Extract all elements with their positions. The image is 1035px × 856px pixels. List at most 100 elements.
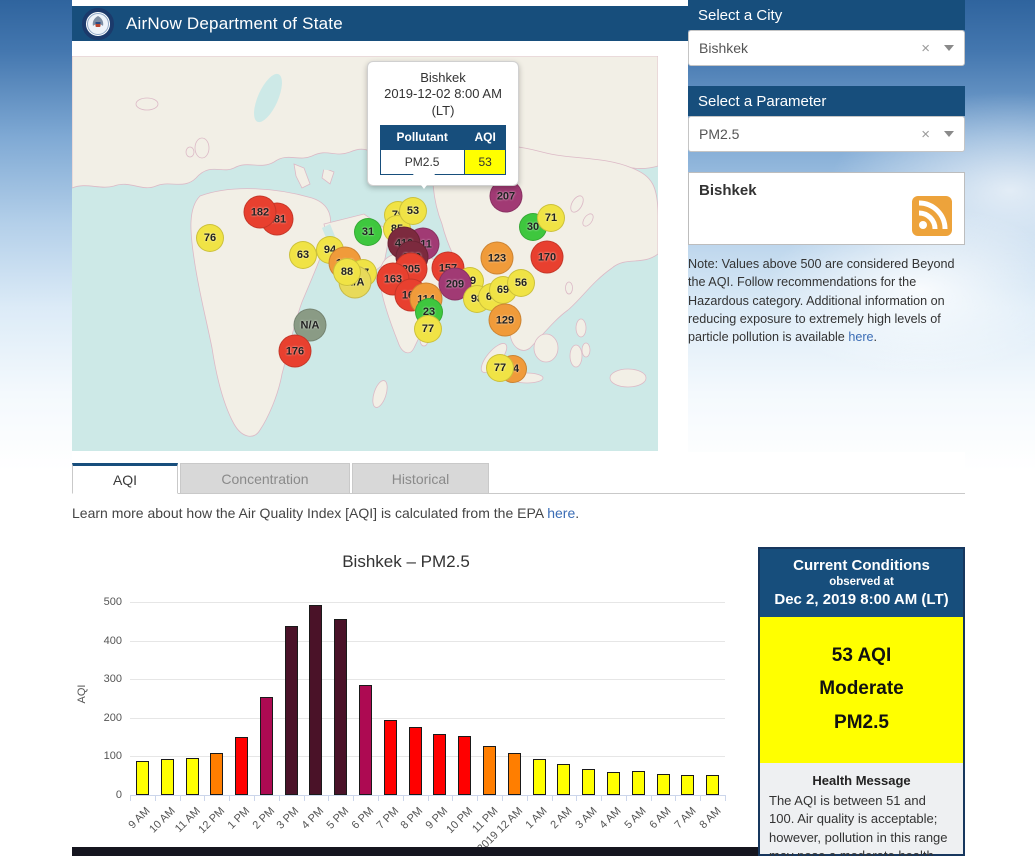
chart-x-tick bbox=[254, 795, 255, 801]
chart-x-label: 1 AM bbox=[523, 805, 549, 831]
chart-x-label: 4 PM bbox=[300, 805, 327, 832]
tab-historical[interactable]: Historical bbox=[352, 463, 489, 494]
map-marker[interactable]: 176 bbox=[279, 335, 312, 368]
chart-x-label: 6 AM bbox=[647, 805, 673, 831]
chart-bar[interactable] bbox=[632, 771, 645, 795]
chart-bar[interactable] bbox=[508, 753, 521, 795]
chart-x-label: 12 PM bbox=[196, 805, 227, 836]
chart-bar[interactable] bbox=[260, 697, 273, 795]
tab-aqi[interactable]: AQI bbox=[72, 463, 178, 494]
chart-x-label: 6 PM bbox=[349, 805, 376, 832]
map-marker[interactable]: 129 bbox=[489, 304, 522, 337]
map-marker[interactable]: 182 bbox=[244, 196, 277, 229]
chart-gridline bbox=[130, 718, 725, 719]
select-parameter-label: Select a Parameter bbox=[698, 93, 826, 110]
select-city-header: Select a City bbox=[688, 0, 965, 30]
chart-bar[interactable] bbox=[557, 764, 570, 795]
tab-bar: AQI Concentration Historical bbox=[72, 463, 489, 494]
chart-bar[interactable] bbox=[533, 759, 546, 795]
chart-bar[interactable] bbox=[433, 734, 446, 795]
chart-bar[interactable] bbox=[210, 753, 223, 795]
cc-health-title: Health Message bbox=[760, 763, 963, 792]
chart-bar[interactable] bbox=[681, 775, 694, 795]
chart-bar[interactable] bbox=[359, 685, 372, 795]
parameter-select[interactable]: PM2.5 × bbox=[688, 116, 965, 152]
learn-more-text: Learn more about how the Air Quality Ind… bbox=[72, 505, 543, 521]
chart-bar[interactable] bbox=[285, 626, 298, 795]
map-marker[interactable]: 31 bbox=[354, 218, 382, 246]
cc-category: Moderate bbox=[760, 672, 963, 705]
cc-category-block: 53 AQI Moderate PM2.5 bbox=[760, 617, 963, 763]
chart-gridline bbox=[130, 679, 725, 680]
map-marker[interactable]: 76 bbox=[196, 224, 224, 252]
city-select-value: Bishkek bbox=[699, 40, 921, 56]
chart-x-label: 8 AM bbox=[697, 805, 723, 831]
chart-x-tick bbox=[725, 795, 726, 801]
chart-x-tick bbox=[477, 795, 478, 801]
map-marker[interactable]: 71 bbox=[537, 204, 565, 232]
chart-bar[interactable] bbox=[384, 720, 397, 795]
tooltip-table: Pollutant AQI PM2.5 53 bbox=[380, 125, 507, 175]
chart-x-tick bbox=[229, 795, 230, 801]
chart-x-tick bbox=[527, 795, 528, 801]
chart-x-label: 7 PM bbox=[374, 805, 401, 832]
note-text: Note: Values above 500 are considered Be… bbox=[688, 257, 955, 344]
chart-x-tick bbox=[378, 795, 379, 801]
chart-x-tick bbox=[328, 795, 329, 801]
map-tooltip: Bishkek 2019-12-02 8:00 AM (LT) Pollutan… bbox=[367, 61, 519, 186]
map-marker[interactable]: 123 bbox=[481, 242, 514, 275]
chart-bar[interactable] bbox=[458, 736, 471, 795]
world-map[interactable]: 18118276639413687N/A88317985211410329205… bbox=[72, 56, 658, 451]
chart-bar[interactable] bbox=[334, 619, 347, 795]
chart-x-tick bbox=[675, 795, 676, 801]
chart-bar[interactable] bbox=[309, 605, 322, 795]
chart-x-tick bbox=[700, 795, 701, 801]
tooltip-city: Bishkek bbox=[374, 70, 512, 86]
chart-x-tick bbox=[353, 795, 354, 801]
city-select[interactable]: Bishkek × bbox=[688, 30, 965, 66]
chart-x-label: 2 AM bbox=[548, 805, 574, 831]
map-marker[interactable]: 56 bbox=[507, 269, 535, 297]
tab-concentration[interactable]: Concentration bbox=[180, 463, 350, 494]
tooltip-col-pollutant: Pollutant bbox=[380, 125, 464, 150]
chart-bar[interactable] bbox=[186, 758, 199, 795]
map-marker[interactable]: 77 bbox=[414, 315, 442, 343]
map-marker[interactable]: 170 bbox=[531, 241, 564, 274]
chart-bar[interactable] bbox=[161, 759, 174, 795]
note-here-link[interactable]: here bbox=[848, 330, 873, 344]
cc-subtitle: observed at bbox=[764, 576, 959, 588]
chart-bar[interactable] bbox=[136, 761, 149, 795]
parameter-chevron-down-icon[interactable] bbox=[944, 131, 954, 137]
chart-x-tick bbox=[601, 795, 602, 801]
city-clear-icon[interactable]: × bbox=[921, 40, 930, 57]
cc-title: Current Conditions bbox=[764, 557, 959, 574]
chart-x-tick bbox=[552, 795, 553, 801]
city-chevron-down-icon[interactable] bbox=[944, 45, 954, 51]
chart-x-tick bbox=[452, 795, 453, 801]
chart-title: Bishkek – PM2.5 bbox=[72, 552, 740, 572]
chart-x-tick bbox=[155, 795, 156, 801]
chart-bar[interactable] bbox=[607, 772, 620, 795]
rss-icon[interactable] bbox=[912, 196, 952, 236]
current-conditions-panel: Current Conditions observed at Dec 2, 20… bbox=[758, 547, 965, 856]
epa-here-link[interactable]: here bbox=[547, 505, 575, 521]
chart-x-label: 7 AM bbox=[672, 805, 698, 831]
aqi-bar-chart: Bishkek – PM2.5 AQI 01002003004005009 AM… bbox=[72, 540, 740, 845]
chart-bar[interactable] bbox=[409, 727, 422, 795]
chart-x-label: 3 PM bbox=[275, 805, 302, 832]
parameter-clear-icon[interactable]: × bbox=[921, 126, 930, 143]
chart-bar[interactable] bbox=[706, 775, 719, 796]
chart-bar[interactable] bbox=[582, 769, 595, 795]
chart-bar[interactable] bbox=[235, 737, 248, 795]
current-conditions-header: Current Conditions observed at Dec 2, 20… bbox=[760, 549, 963, 617]
chart-ytick: 400 bbox=[88, 635, 122, 647]
tooltip-datetime: 2019-12-02 8:00 AM (LT) bbox=[374, 86, 512, 119]
map-marker[interactable]: 63 bbox=[289, 241, 317, 269]
map-marker[interactable]: 88 bbox=[333, 258, 361, 286]
chart-x-label: 2 PM bbox=[250, 805, 277, 832]
chart-bar[interactable] bbox=[657, 774, 670, 795]
select-city-label: Select a City bbox=[698, 7, 782, 24]
map-marker[interactable]: 77 bbox=[486, 354, 514, 382]
chart-bar[interactable] bbox=[483, 746, 496, 795]
map-canvas bbox=[72, 56, 658, 451]
